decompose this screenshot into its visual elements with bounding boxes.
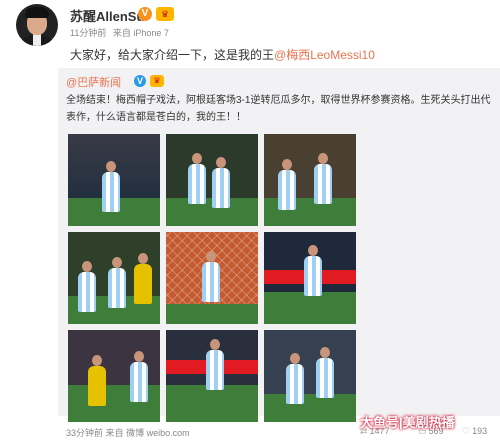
like-icon: ♡	[462, 426, 471, 436]
post-meta: 11分钟前 来自 iPhone 7	[70, 26, 169, 39]
mention-link[interactable]: @梅西LeoMessi10	[274, 48, 375, 62]
post-text: 大家好，给大家介绍一下，这是我的王@梅西LeoMessi10	[70, 46, 375, 63]
repost-verified-icon: V	[134, 75, 146, 87]
verified-badge-icon: V	[138, 7, 152, 21]
match-photo-3[interactable]	[264, 134, 356, 226]
match-photo-4[interactable]	[68, 232, 160, 324]
match-photo-7[interactable]	[68, 330, 160, 422]
post-username[interactable]: 苏醒AllenSu	[70, 6, 144, 25]
repost-text: 全场结束！梅西帽子戏法，阿根廷客场3-1逆转厄瓜多尔，取得世界杯参赛资格。生死关…	[66, 95, 491, 123]
footer-source[interactable]: 微博	[126, 428, 144, 438]
like-button[interactable]: ♡ 193	[462, 426, 487, 437]
repost-author-link[interactable]: @巴萨新闻	[66, 74, 121, 90]
post-source[interactable]: iPhone 7	[133, 28, 169, 38]
repost-card[interactable]: @巴萨新闻 V ♛ 全场结束！梅西帽子戏法，阿根廷客场3-1逆转厄瓜多尔，取得世…	[58, 68, 500, 422]
match-photo-6[interactable]: dec	[264, 232, 356, 324]
repost-crown-icon: ♛	[150, 75, 164, 87]
post-source-prefix: 来自	[112, 28, 131, 38]
match-photo-9[interactable]	[264, 330, 356, 422]
match-photo-1[interactable]	[68, 134, 160, 226]
footer-time[interactable]: 33分钟前	[66, 428, 103, 438]
footer-source-prefix: 来自	[105, 428, 124, 438]
match-photo-5[interactable]	[166, 232, 258, 324]
footer-site: weibo.com	[146, 428, 190, 438]
watermark: 大鱼号|美剧热播	[360, 415, 455, 430]
user-avatar[interactable]	[16, 4, 58, 46]
post-time[interactable]: 11分钟前	[70, 28, 106, 38]
member-crown-icon: ♛	[156, 7, 174, 21]
like-count: 193	[472, 426, 488, 436]
post-body: 大家好，给大家介绍一下，这是我的王	[70, 48, 275, 62]
match-photo-2[interactable]	[166, 134, 258, 226]
match-photo-8[interactable]	[166, 330, 258, 422]
